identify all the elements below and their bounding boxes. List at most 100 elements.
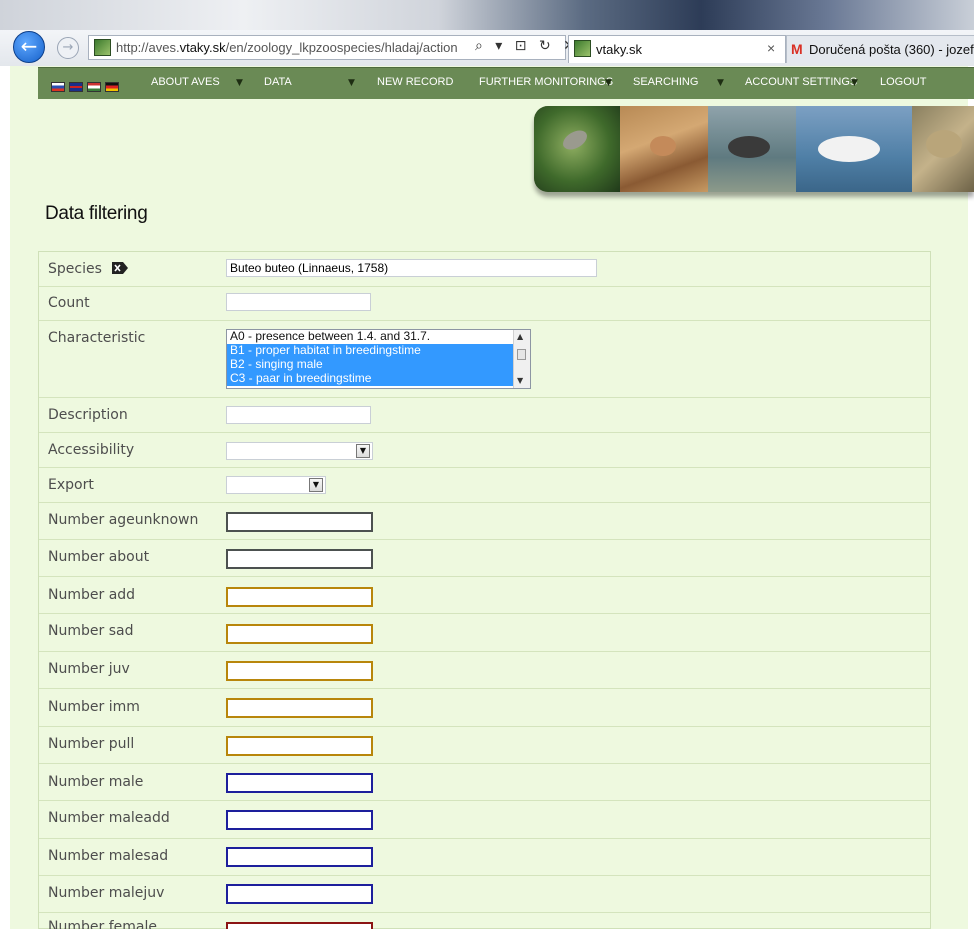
field-label: Characteristic: [48, 330, 146, 346]
forward-button[interactable]: →: [57, 37, 79, 59]
number-pull-input[interactable]: [226, 736, 373, 756]
field-label: Number malejuv: [48, 885, 165, 901]
description-input[interactable]: [226, 406, 371, 424]
tab-vtaky[interactable]: vtaky.sk ×: [568, 35, 786, 63]
bird-photo: [708, 106, 796, 192]
address-bar-icons[interactable]: ⌕ ▾ ⊡ ↻ ✕: [475, 38, 579, 54]
number-sad-input[interactable]: [226, 624, 373, 644]
chevron-down-icon: ▼: [605, 78, 612, 88]
number-male-input[interactable]: [226, 773, 373, 793]
field-label: Accessibility: [48, 442, 135, 458]
number-add-input[interactable]: [226, 587, 373, 607]
listbox-scrollbar[interactable]: ▲ ▼: [513, 330, 530, 388]
field-label: Number imm: [48, 699, 140, 715]
species-input[interactable]: [226, 259, 597, 277]
form-row-species: Species: [39, 252, 930, 287]
list-option[interactable]: A0 - presence between 1.4. and 31.7.: [227, 330, 530, 344]
field-label: Description: [48, 407, 128, 423]
field-label: Number male: [48, 774, 144, 790]
flag-slovak-icon[interactable]: [51, 82, 65, 92]
browser-toolbar: ← → http://aves.vtaky.sk/en/zoology_lkpz…: [0, 30, 974, 67]
scroll-down-icon[interactable]: ▼: [517, 376, 523, 385]
bird-photo: [912, 106, 974, 192]
number-about-input[interactable]: [226, 549, 373, 569]
flag-german-icon[interactable]: [105, 82, 119, 92]
page-margin: [968, 66, 974, 929]
form-row-count: Count: [39, 287, 930, 321]
list-option-selected[interactable]: B1 - proper habitat in breedingstime: [227, 344, 530, 358]
number-ageunknown-input[interactable]: [226, 512, 373, 532]
form-row-description: Description: [39, 398, 930, 433]
url-text: http://aves.vtaky.sk/en/zoology_lkpzoosp…: [116, 40, 458, 55]
field-label: Number sad: [48, 623, 134, 639]
flag-hungarian-icon[interactable]: [87, 82, 101, 92]
form-row-number: Number malesad: [39, 839, 930, 876]
form-row-number: Number imm: [39, 689, 930, 727]
characteristic-listbox[interactable]: A0 - presence between 1.4. and 31.7. B1 …: [226, 329, 531, 389]
chevron-down-icon: ▼: [851, 78, 858, 88]
flag-english-icon[interactable]: [69, 82, 83, 92]
form-row-number: Number maleadd: [39, 801, 930, 839]
chevron-down-icon: ▼: [236, 78, 243, 88]
field-label: Number about: [48, 549, 150, 565]
scroll-thumb[interactable]: [517, 349, 526, 360]
form-row-number: Number male: [39, 764, 930, 801]
number-maleadd-input[interactable]: [226, 810, 373, 830]
list-option-selected[interactable]: C3 - paar in breedingstime: [227, 372, 530, 386]
field-label: Export: [48, 477, 94, 493]
nav-account-settings[interactable]: ACCOUNT SETTINGS: [745, 76, 857, 88]
field-label: Number maleadd: [48, 810, 170, 826]
number-imm-input[interactable]: [226, 698, 373, 718]
count-input[interactable]: [226, 293, 371, 311]
nav-further-monitorings[interactable]: FURTHER MONITORINGS: [479, 76, 613, 88]
number-female-input[interactable]: [226, 922, 373, 929]
page-margin: [0, 66, 10, 929]
bird-photo-banner: [534, 106, 974, 192]
gmail-icon: M: [791, 41, 803, 57]
tab-label: vtaky.sk: [596, 42, 642, 57]
export-select[interactable]: ▼: [226, 476, 326, 494]
field-label: Number juv: [48, 661, 130, 677]
tab-label: Doručená pošta (360) - jozef.: [809, 42, 974, 57]
form-row-number: Number pull: [39, 727, 930, 764]
nav-about-aves[interactable]: ABOUT AVES: [151, 76, 220, 88]
nav-data[interactable]: DATA: [264, 76, 292, 88]
form-row-number: Number juv: [39, 652, 930, 689]
close-tab-icon[interactable]: ×: [767, 40, 775, 56]
browser-title-strip: [0, 0, 974, 30]
address-bar[interactable]: http://aves.vtaky.sk/en/zoology_lkpzoosp…: [88, 35, 575, 60]
field-label: Number malesad: [48, 848, 169, 864]
back-button[interactable]: ←: [13, 31, 45, 63]
form-row-number: Number add: [39, 577, 930, 614]
form-row-number: Number malejuv: [39, 876, 930, 913]
nav-logout[interactable]: LOGOUT: [880, 76, 926, 88]
nav-new-record[interactable]: NEW RECORD: [377, 76, 453, 88]
number-juv-input[interactable]: [226, 661, 373, 681]
number-malesad-input[interactable]: [226, 847, 373, 867]
nav-searching[interactable]: SEARCHING: [633, 76, 698, 88]
field-label: Number ageunknown: [48, 512, 199, 528]
tab-gmail[interactable]: M Doručená pošta (360) - jozef.: [786, 35, 974, 63]
accessibility-select[interactable]: ▼: [226, 442, 373, 460]
dropdown-arrow-icon[interactable]: ▼: [309, 478, 323, 492]
form-row-accessibility: Accessibility ▼: [39, 433, 930, 468]
language-flags: [51, 77, 123, 96]
remove-species-icon[interactable]: [112, 262, 129, 274]
list-option-selected[interactable]: B2 - singing male: [227, 358, 530, 372]
form-row-number: Number about: [39, 540, 930, 577]
dropdown-arrow-icon[interactable]: ▼: [356, 444, 370, 458]
scroll-up-icon[interactable]: ▲: [517, 332, 523, 341]
bird-photo: [620, 106, 708, 192]
bird-photo: [796, 106, 912, 192]
form-row-export: Export ▼: [39, 468, 930, 503]
field-label: Number female: [48, 919, 157, 929]
number-malejuv-input[interactable]: [226, 884, 373, 904]
form-row-number: Number sad: [39, 614, 930, 652]
tab-favicon-icon: [574, 40, 591, 57]
form-row-number: Number ageunknown: [39, 503, 930, 540]
chevron-down-icon: ▼: [348, 78, 355, 88]
page-title: Data filtering: [45, 203, 148, 224]
form-row-characteristic: Characteristic A0 - presence between 1.4…: [39, 321, 930, 398]
bird-photo: [534, 106, 620, 192]
site-favicon-icon: [94, 39, 111, 56]
